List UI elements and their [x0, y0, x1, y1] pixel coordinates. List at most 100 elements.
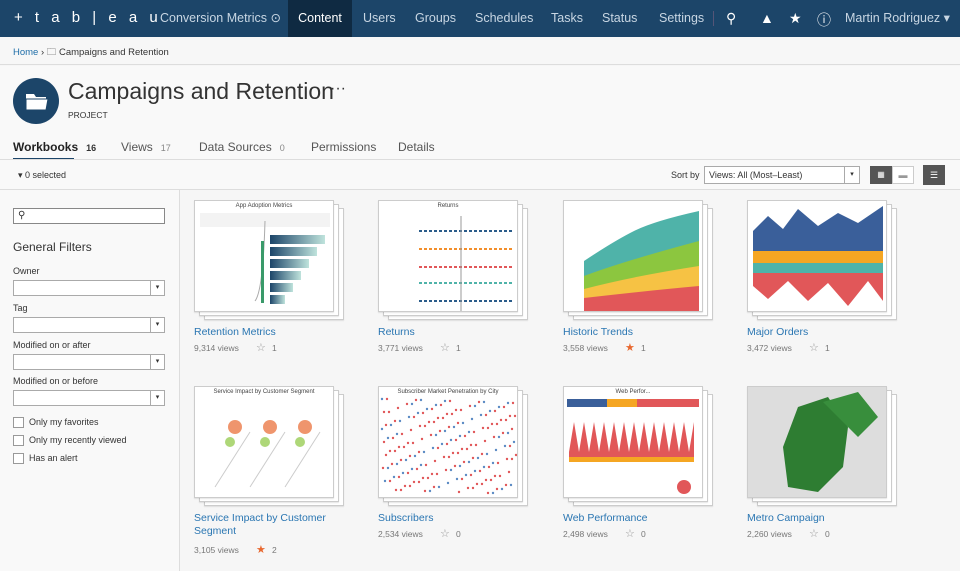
owner-select[interactable]: ▾ — [13, 280, 165, 296]
workbook-thumbnail[interactable]: Subscriber Market Penetration by City — [378, 386, 518, 498]
site-name: Conversion Metrics — [160, 11, 267, 25]
view-count: 2,498 views — [563, 529, 608, 539]
favorite-star-icon[interactable]: ☆ — [440, 527, 450, 540]
favorite-count: 1 — [825, 343, 830, 353]
alert-icon[interactable]: ▲ — [760, 10, 774, 26]
thumbnail-title: Service Impact by Customer Segment — [213, 389, 315, 395]
favorite-star-icon[interactable]: ☆ — [440, 341, 450, 354]
top-nav-bar: + t a b | e a u Conversion Metrics ⊙ Con… — [0, 0, 960, 37]
favorite-star-icon[interactable]: ☆ — [625, 527, 635, 540]
favorite-count: 1 — [456, 343, 461, 353]
workbook-card[interactable]: Web Perfor... Web Performance 2,498 view… — [563, 386, 723, 556]
workbook-thumbnail[interactable]: Returns — [378, 200, 518, 312]
workbook-title-link[interactable]: Metro Campaign — [747, 512, 897, 525]
favorite-star-icon[interactable]: ☆ — [809, 527, 819, 540]
favorite-star-icon[interactable]: ☆ — [256, 341, 266, 354]
filter-panel-toggle-icon[interactable]: ☰ — [923, 165, 945, 185]
tab-details[interactable]: Details — [398, 140, 435, 154]
workbook-card[interactable]: Subscriber Market Penetration by City Su… — [378, 386, 538, 556]
workbook-thumbnail[interactable]: App Adoption Metrics — [194, 200, 334, 312]
thumbnail-chart — [214, 420, 321, 488]
view-count: 3,105 views — [194, 545, 239, 555]
nav-schedules[interactable]: Schedules — [475, 0, 533, 37]
workbook-title-link[interactable]: Subscribers — [378, 512, 528, 525]
workbook-card[interactable]: Service Impact by Customer Segment Servi… — [194, 386, 354, 556]
workbook-card[interactable]: Major Orders 3,472 views ☆ 1 — [747, 200, 907, 370]
tableau-logo[interactable]: + t a b | e a u — [14, 9, 162, 26]
filter-sidebar: ⚲ General Filters Owner ▾ Tag ▾ Modified… — [0, 190, 180, 571]
folder-icon: 🗀 — [46, 47, 57, 58]
site-switcher[interactable]: Conversion Metrics ⊙ — [160, 0, 281, 37]
tag-select[interactable]: ▾ — [13, 317, 165, 333]
nav-users[interactable]: Users — [363, 0, 396, 37]
recently-viewed-label: Only my recently viewed — [29, 435, 127, 445]
workbook-thumbnail[interactable]: Service Impact by Customer Segment — [194, 386, 334, 498]
recently-viewed-checkbox[interactable] — [13, 435, 24, 446]
workbook-card[interactable]: Metro Campaign 2,260 views ☆ 0 — [747, 386, 907, 556]
thumbnail-chart — [748, 387, 886, 497]
workbook-card[interactable]: App Adoption Metrics Retention Metrics 9… — [194, 200, 354, 370]
alert-label: Has an alert — [29, 453, 78, 463]
breadcrumb: Home › 🗀 Campaigns and Retention — [0, 37, 960, 65]
tab-permissions[interactable]: Permissions — [311, 140, 376, 154]
workbook-title-link[interactable]: Major Orders — [747, 326, 897, 339]
user-menu[interactable]: Martin Rodriguez ▾ — [845, 0, 950, 37]
workbook-card[interactable]: Historic Trends 3,558 views ★ 1 — [563, 200, 723, 370]
favorite-star-icon[interactable]: ☆ — [809, 341, 819, 354]
breadcrumb-current: Campaigns and Retention — [58, 47, 169, 58]
thumbnail-chart — [200, 213, 330, 304]
thumbnail-chart — [567, 399, 699, 494]
page-title: Campaigns and Retention — [68, 78, 334, 104]
tab-views[interactable]: Views 17 — [121, 140, 171, 154]
more-actions-button[interactable]: ··· — [330, 80, 346, 98]
selection-menu[interactable]: ▾ 0 selected — [18, 170, 66, 181]
filter-search-input[interactable]: ⚲ — [13, 208, 165, 224]
page-subtitle: PROJECT — [68, 110, 108, 120]
modified-before-select[interactable]: ▾ — [13, 390, 165, 406]
view-count: 2,534 views — [378, 529, 423, 539]
nav-settings[interactable]: Settings — [659, 0, 704, 37]
alert-checkbox[interactable] — [13, 453, 24, 464]
workbook-thumbnail[interactable] — [747, 386, 887, 498]
workbook-title-link[interactable]: Retention Metrics — [194, 326, 344, 339]
info-icon[interactable]: ⓘ — [817, 10, 831, 30]
workbook-title-link[interactable]: Returns — [378, 326, 528, 339]
breadcrumb-home[interactable]: Home — [13, 47, 38, 58]
favorite-count: 2 — [272, 545, 277, 555]
search-icon[interactable]: ⚲ — [726, 10, 736, 27]
view-count: 2,260 views — [747, 529, 792, 539]
favorite-star-icon[interactable]: ★ — [256, 543, 266, 556]
tab-workbooks[interactable]: Workbooks 16 — [13, 140, 96, 154]
workbook-thumbnail[interactable] — [563, 200, 703, 312]
workbook-title-link[interactable]: Historic Trends — [563, 326, 713, 339]
thumbnail-title: Web Perfor... — [615, 389, 651, 395]
grid-view-button[interactable]: ▦ — [870, 166, 892, 184]
project-folder-icon — [13, 78, 59, 124]
view-count: 3,558 views — [563, 343, 608, 353]
favorites-checkbox[interactable] — [13, 417, 24, 428]
tab-data-sources[interactable]: Data Sources 0 — [199, 140, 285, 154]
star-icon[interactable]: ★ — [789, 10, 802, 27]
nav-content[interactable]: Content — [288, 0, 352, 37]
nav-status[interactable]: Status — [602, 0, 637, 37]
favorites-label: Only my favorites — [29, 417, 99, 427]
modified-after-select[interactable]: ▾ — [13, 354, 165, 370]
sort-select[interactable]: Views: All (Most–Least) ▾ — [704, 166, 860, 184]
search-icon: ⚲ — [18, 210, 26, 221]
view-count: 3,472 views — [747, 343, 792, 353]
sort-label: Sort by — [671, 170, 700, 180]
toolbar: ▾ 0 selected Sort by Views: All (Most–Le… — [0, 160, 960, 190]
thumbnail-title: Subscriber Market Penetration by City — [397, 389, 499, 395]
workbook-thumbnail[interactable] — [747, 200, 887, 312]
workbook-thumbnail[interactable]: Web Perfor... — [563, 386, 703, 498]
nav-groups[interactable]: Groups — [415, 0, 456, 37]
tag-label: Tag — [13, 303, 28, 313]
workbook-title-link[interactable]: Service Impact by Customer Segment — [194, 512, 344, 538]
workbook-card[interactable]: Returns Returns 3,771 views ☆ 1 — [378, 200, 538, 370]
list-view-button[interactable]: ▬ — [892, 166, 914, 184]
nav-tasks[interactable]: Tasks — [551, 0, 583, 37]
favorite-star-icon[interactable]: ★ — [625, 341, 635, 354]
modified-after-label: Modified on or after — [13, 340, 91, 350]
workbook-title-link[interactable]: Web Performance — [563, 512, 713, 525]
favorite-count: 0 — [641, 529, 646, 539]
